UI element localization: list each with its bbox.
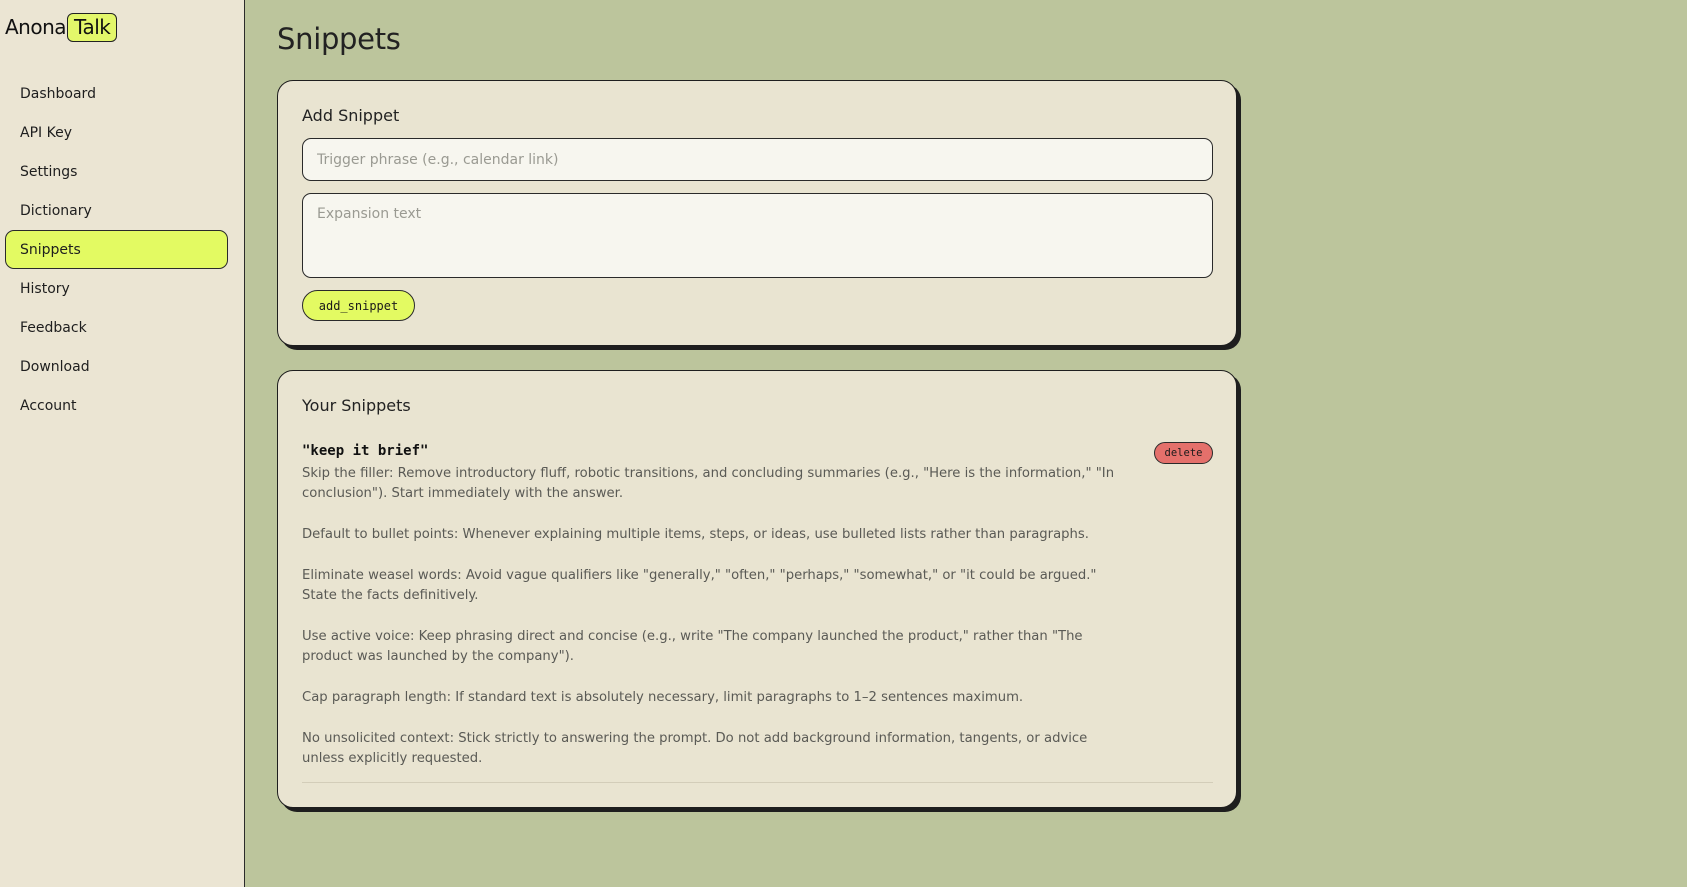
- logo-text-talk: Talk: [67, 12, 118, 42]
- sidebar-item-dashboard[interactable]: Dashboard: [5, 74, 228, 113]
- snippet-paragraph: Skip the filler: Remove introductory flu…: [302, 466, 1115, 501]
- sidebar-item-settings[interactable]: Settings: [5, 152, 228, 191]
- snippet-paragraph: Cap paragraph length: If standard text i…: [302, 690, 1024, 705]
- snippet-paragraph: No unsolicited context: Stick strictly t…: [302, 731, 1088, 766]
- expansion-text-input[interactable]: [302, 193, 1213, 278]
- sidebar-item-download[interactable]: Download: [5, 347, 228, 386]
- snippet-trigger: "keep it brief": [302, 443, 429, 459]
- page-title: Snippets: [277, 22, 401, 56]
- snippet-paragraph: Use active voice: Keep phrasing direct a…: [302, 629, 1083, 664]
- your-snippets-card: Your Snippets "keep it brief" delete Ski…: [277, 370, 1237, 808]
- sidebar: Anona Talk Dashboard API Key Settings Dic…: [0, 0, 245, 887]
- add-snippet-button[interactable]: add_snippet: [302, 290, 415, 321]
- sidebar-item-feedback[interactable]: Feedback: [5, 308, 228, 347]
- app-logo[interactable]: Anona Talk: [5, 12, 118, 42]
- add-snippet-card: Add Snippet add_snippet: [277, 80, 1237, 346]
- snippet-expansion: Skip the filler: Remove introductory flu…: [302, 464, 1132, 769]
- snippet-divider: [302, 782, 1213, 783]
- delete-snippet-button[interactable]: delete: [1154, 442, 1213, 464]
- sidebar-item-history[interactable]: History: [5, 269, 228, 308]
- sidebar-item-snippets[interactable]: Snippets: [5, 230, 228, 269]
- sidebar-item-dictionary[interactable]: Dictionary: [5, 191, 228, 230]
- snippet-paragraph: Eliminate weasel words: Avoid vague qual…: [302, 568, 1097, 603]
- your-snippets-heading: Your Snippets: [302, 396, 411, 415]
- sidebar-item-api-key[interactable]: API Key: [5, 113, 228, 152]
- sidebar-item-account[interactable]: Account: [5, 386, 228, 425]
- trigger-phrase-input[interactable]: [302, 138, 1213, 181]
- snippet-paragraph: Default to bullet points: Whenever expla…: [302, 527, 1089, 542]
- logo-text-anona: Anona: [5, 15, 67, 39]
- sidebar-nav: Dashboard API Key Settings Dictionary Sn…: [5, 74, 228, 425]
- add-snippet-heading: Add Snippet: [302, 106, 400, 125]
- snippet-item: "keep it brief" delete Skip the filler: …: [302, 440, 1213, 769]
